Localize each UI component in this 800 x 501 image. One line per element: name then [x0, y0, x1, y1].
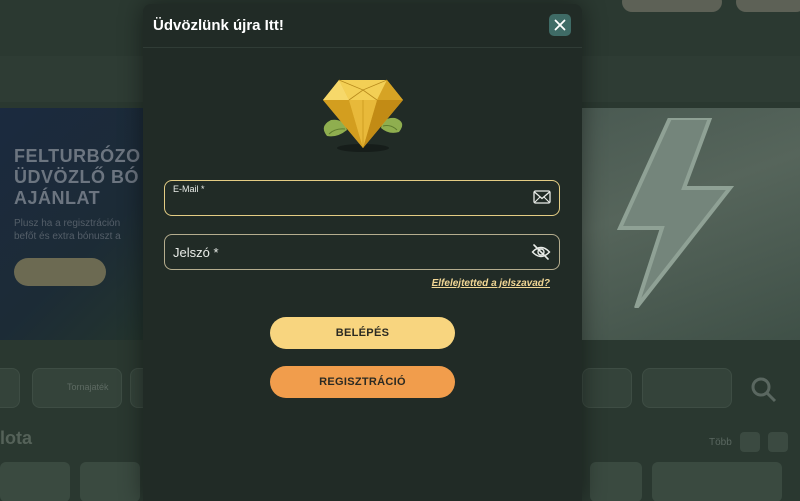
login-button[interactable]: BELÉPÉS [270, 317, 455, 349]
background-arrow [740, 432, 760, 452]
background-chip [642, 368, 732, 408]
lightning-bolt-icon [616, 118, 735, 308]
search-icon [751, 377, 777, 403]
background-arrow [768, 432, 788, 452]
background-pill [736, 0, 800, 12]
background-banner-line: AJÁNLAT [14, 188, 101, 208]
close-icon [554, 19, 566, 31]
modal-title: Üdvözlünk újra Itt! [153, 17, 284, 34]
close-button[interactable] [549, 14, 571, 36]
password-field[interactable]: Jelszó * [164, 234, 560, 270]
background-banner-sub: befőt és extra bónuszt a [14, 231, 121, 242]
background-chip [0, 368, 20, 408]
background-chip-label: Tornajaték [67, 382, 109, 392]
envelope-icon [533, 190, 551, 204]
background-banner-line: ÜDVÖZLŐ BÓ [14, 167, 139, 187]
background-banner-line: FELTURBÓZO [14, 146, 141, 166]
background-thumb [590, 462, 642, 501]
background-pill [622, 0, 722, 12]
background-thumb [80, 462, 140, 501]
background-banner-left: FELTURBÓZO ÜDVÖZLŐ BÓ AJÁNLAT Plusz ha a… [0, 108, 150, 340]
forgot-password-link[interactable]: Elfelejtetted a jelszavad? [432, 278, 550, 289]
background-chip: Tornajaték [32, 368, 122, 408]
modal-header: Üdvözlünk újra Itt! [143, 4, 582, 48]
login-modal: Üdvözlünk újra Itt! E-Mail * Jelszó * El… [143, 4, 582, 501]
background-thumb [652, 462, 782, 501]
background-banner-sub: Plusz ha a regisztráción [14, 218, 121, 229]
background-chip [582, 368, 632, 408]
password-label: Jelszó * [173, 245, 219, 260]
email-field[interactable]: E-Mail * [164, 180, 560, 216]
email-label: E-Mail * [173, 184, 205, 194]
background-section-title: lota [0, 428, 33, 448]
register-button[interactable]: REGISZTRÁCIÓ [270, 366, 455, 398]
background-thumb [0, 462, 70, 501]
background-banner-button [14, 258, 106, 286]
background-view-label: Több [709, 437, 732, 448]
eye-off-icon[interactable] [531, 243, 551, 261]
diamond-icon [323, 79, 403, 152]
